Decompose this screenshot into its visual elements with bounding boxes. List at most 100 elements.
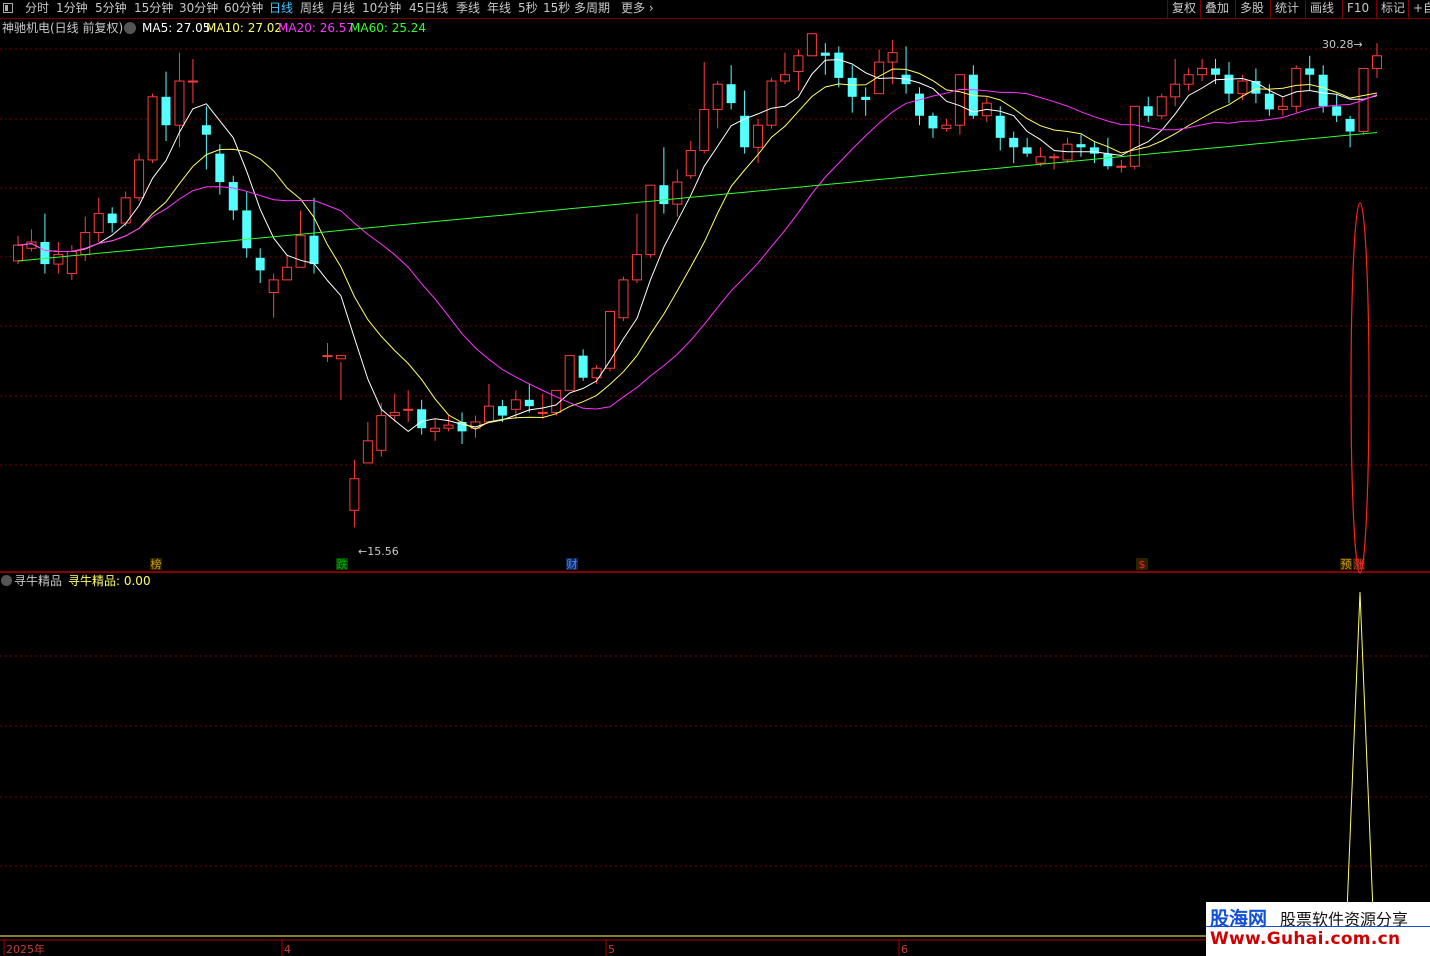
candle-body-49 <box>672 181 683 205</box>
candle-body-18 <box>255 257 265 271</box>
candle-body-94 <box>1277 105 1288 110</box>
candle-body-61 <box>834 52 844 78</box>
candle-body-0 <box>13 244 23 262</box>
ma20-line <box>17 88 1378 410</box>
candle-body-23 <box>322 355 333 358</box>
candle-body-37 <box>510 399 521 410</box>
ma60-line <box>17 132 1378 262</box>
candle-body-56 <box>766 80 777 126</box>
event-marker-0: 榜 <box>151 557 162 571</box>
candle-body-9 <box>134 159 145 199</box>
candle-body-3 <box>53 254 64 265</box>
candle-body-73 <box>995 115 1005 138</box>
watermark-url: Www.Guhai.com.cn <box>1210 929 1401 949</box>
candle-body-15 <box>215 153 225 183</box>
candle-body-75 <box>1022 147 1032 154</box>
candle-body-14 <box>201 125 211 135</box>
candle-body-28 <box>389 411 400 417</box>
candle-body-96 <box>1305 68 1315 75</box>
time-label-0: 2025年 <box>6 942 45 956</box>
candle-body-22 <box>309 235 319 265</box>
candle-body-38 <box>524 399 534 407</box>
candle-body-63 <box>861 96 871 100</box>
candle-body-60 <box>820 52 830 56</box>
watermark-logo: 股海网 股票软件资源分享 Www.Guhai.com.cn <box>1206 902 1430 956</box>
candle-body-52 <box>712 83 723 110</box>
kline-chart[interactable]: 30.28→←15.56榜跌财 $ 预涨2025年 4 5 6 <box>0 0 1430 956</box>
candle-body-67 <box>915 93 925 116</box>
candle-body-65 <box>887 52 898 63</box>
candle-body-26 <box>362 440 373 464</box>
candle-body-51 <box>699 108 710 151</box>
event-marker-4: 预 <box>1341 558 1352 571</box>
candle-body-98 <box>1332 106 1342 116</box>
time-label-1: 4 <box>284 943 291 956</box>
candle-body-42 <box>578 355 588 378</box>
indicator-line <box>0 591 1430 937</box>
candle-body-13 <box>187 80 198 83</box>
candle-body-70 <box>954 74 965 126</box>
candle-body-16 <box>228 182 238 211</box>
candle-body-32 <box>443 424 454 429</box>
candle-body-77 <box>1049 156 1060 159</box>
candle-body-12 <box>174 80 185 126</box>
event-marker-2: 财 <box>567 557 578 571</box>
candle-body-21 <box>295 235 306 268</box>
candle-body-20 <box>282 266 293 281</box>
candle-body-6 <box>93 213 104 234</box>
candle-body-31 <box>430 427 441 432</box>
candle-body-4 <box>66 250 77 275</box>
candle-body-35 <box>483 405 494 423</box>
candle-body-68 <box>928 115 938 129</box>
candle-body-2 <box>40 242 50 265</box>
candle-body-27 <box>376 415 387 451</box>
candle-body-41 <box>564 355 575 391</box>
candle-body-93 <box>1264 93 1274 110</box>
candle-body-39 <box>537 411 548 414</box>
candle-body-46 <box>631 254 642 281</box>
candle-body-45 <box>618 279 629 319</box>
candle-body-84 <box>1143 106 1153 116</box>
candle-body-24 <box>335 355 346 360</box>
candle-body-7 <box>107 213 117 224</box>
candle-body-5 <box>80 232 91 256</box>
candle-body-55 <box>753 124 764 148</box>
candle-body-48 <box>659 185 669 205</box>
high-price-label: 30.28→ <box>1322 38 1363 51</box>
candle-body-95 <box>1291 67 1302 107</box>
candle-body-83 <box>1129 105 1140 167</box>
candle-body-80 <box>1089 147 1099 154</box>
candle-body-76 <box>1035 156 1046 164</box>
candle-body-19 <box>268 279 279 293</box>
time-label-3: 6 <box>901 943 908 956</box>
low-price-label: ←15.56 <box>358 545 399 558</box>
candle-body-101 <box>1372 55 1382 69</box>
candle-body-82 <box>1116 165 1127 168</box>
candle-body-87 <box>1183 74 1194 85</box>
candle-body-58 <box>793 55 804 73</box>
candle-body-91 <box>1237 80 1248 95</box>
ma5-line <box>17 59 1378 433</box>
candle-body-25 <box>349 478 360 511</box>
candle-body-99 <box>1345 118 1355 132</box>
candle-body-79 <box>1076 144 1086 148</box>
candle-body-74 <box>1009 137 1019 148</box>
candle-body-85 <box>1156 96 1167 117</box>
candle-body-90 <box>1224 74 1234 94</box>
candle-body-57 <box>779 74 790 82</box>
candle-body-30 <box>417 409 427 429</box>
candle-body-50 <box>685 149 696 177</box>
candle-body-81 <box>1103 153 1113 167</box>
candle-body-62 <box>847 77 857 97</box>
candle-body-29 <box>403 408 414 411</box>
candle-body-11 <box>161 96 171 126</box>
event-marker-3: $ <box>1139 558 1146 571</box>
candle-body-10 <box>147 96 158 161</box>
candle-body-47 <box>645 184 656 256</box>
candle-body-17 <box>242 210 252 249</box>
candle-body-40 <box>551 389 562 413</box>
candle-body-89 <box>1211 68 1221 75</box>
candle-body-86 <box>1170 83 1181 98</box>
time-label-2: 5 <box>608 943 615 956</box>
event-marker-1: 跌 <box>337 557 348 571</box>
